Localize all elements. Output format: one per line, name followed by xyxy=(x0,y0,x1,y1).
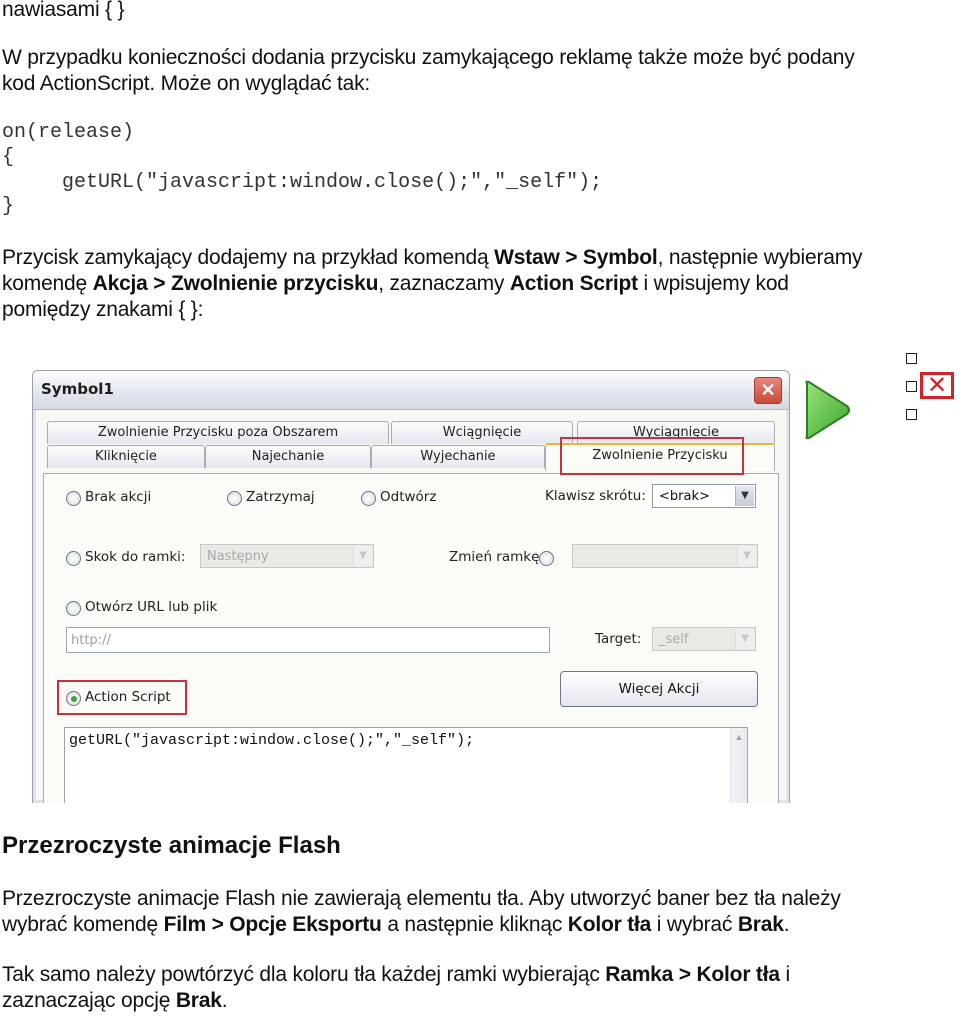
bold-text: Brak xyxy=(175,989,222,1012)
more-actions-button[interactable]: Więcej Akcji xyxy=(560,671,758,707)
script-text: getURL("javascript:window.close();","_se… xyxy=(69,732,475,749)
shortcut-value: <brak> xyxy=(659,489,710,504)
bold-text: Kolor tła xyxy=(567,913,652,936)
scroll-up-icon[interactable]: ▲ xyxy=(731,728,747,746)
code-line: on(release) xyxy=(2,121,135,144)
label-skok-do-ramki: Skok do ramki: xyxy=(85,549,186,565)
radio-skok-do-ramki[interactable] xyxy=(66,551,81,566)
paragraph-line: kod ActionScript. Może on wyglądać tak: xyxy=(2,72,371,95)
text: i xyxy=(779,963,790,986)
text: Tak samo należy powtórzyć dla koloru tła… xyxy=(2,963,606,986)
dialog-title: Symbol1 xyxy=(41,380,114,398)
square-handle-icon xyxy=(906,409,917,420)
bold-text: Akcja > Zwolnienie przycisku xyxy=(92,272,379,295)
text: wybrać komendę xyxy=(2,913,164,936)
tab-zwolnienie-poza-obszarem[interactable]: Zwolnienie Przycisku poza Obszarem xyxy=(47,421,389,444)
frame-change-select[interactable]: ▼ xyxy=(572,544,758,568)
text: a następnie kliknąc xyxy=(381,913,568,936)
url-input[interactable]: http:// xyxy=(66,627,550,653)
text: Przycisk zamykający dodajemy na przykład… xyxy=(2,246,495,269)
target-value: _self xyxy=(659,632,689,647)
text: . xyxy=(783,913,790,936)
dialog-titlebar: Symbol1 ✕ xyxy=(33,371,789,410)
bold-text: Brak xyxy=(737,913,784,936)
shortcut-select[interactable]: <brak> ▼ xyxy=(652,484,756,508)
play-icon xyxy=(805,380,850,440)
tab-wciagniecie[interactable]: Wciągnięcie xyxy=(391,421,573,444)
radio-zmien-ramke[interactable] xyxy=(539,551,554,566)
text: , zaznaczamy xyxy=(378,272,510,295)
bold-text: Ramka > Kolor tła xyxy=(605,963,780,986)
tab-klikniecie[interactable]: Kliknięcie xyxy=(47,445,205,468)
chevron-down-icon[interactable]: ▼ xyxy=(735,486,754,506)
paragraph-line: komendę Akcja > Zwolnienie przycisku, za… xyxy=(2,271,789,297)
target-label: Target: xyxy=(595,631,642,647)
radio-brak-akcji[interactable] xyxy=(66,491,81,506)
radio-zatrzymaj[interactable] xyxy=(227,491,242,506)
paragraph-line: wybrać komendę Film > Opcje Eksportu a n… xyxy=(2,912,790,938)
section-heading: Przezroczyste animacje Flash xyxy=(2,832,341,859)
label-odtworz: Odtwórz xyxy=(380,489,437,505)
square-handle-icon xyxy=(906,381,917,392)
tab-panel: Brak akcji Zatrzymaj Odtwórz Klawisz skr… xyxy=(43,473,779,803)
bold-text: Wstaw > Symbol xyxy=(494,246,658,269)
text: , następnie wybieramy xyxy=(657,246,863,269)
highlight-action-script xyxy=(57,680,187,715)
text: i wybrać xyxy=(651,913,738,936)
code-line: } xyxy=(2,195,15,218)
chevron-down-icon[interactable]: ▼ xyxy=(737,546,756,566)
tab-najechanie[interactable]: Najechanie xyxy=(205,445,371,468)
code-line: getURL("javascript:window.close();","_se… xyxy=(2,171,603,194)
paragraph-line: Przezroczyste animacje Flash nie zawiera… xyxy=(2,887,841,910)
label-brak-akcji: Brak akcji xyxy=(85,489,152,505)
paragraph-line: Przycisk zamykający dodajemy na przykład… xyxy=(2,245,863,271)
frame-select-value: Następny xyxy=(207,549,269,564)
paragraph-line: W przypadku konieczności dodania przycis… xyxy=(2,46,855,69)
label-zmien-ramke: Zmień ramkę: xyxy=(449,549,544,565)
text: . xyxy=(221,989,228,1012)
paragraph-line: zaznaczając opcję Brak. xyxy=(2,988,228,1014)
text: komendę xyxy=(2,272,93,295)
highlight-active-tab xyxy=(560,437,744,475)
target-select[interactable]: _self ▼ xyxy=(652,627,756,651)
bold-text: Film > Opcje Eksportu xyxy=(163,913,382,936)
chevron-down-icon[interactable]: ▼ xyxy=(735,629,754,649)
close-x-icon: ✕ xyxy=(920,372,954,399)
text: zaznaczając opcję xyxy=(2,989,176,1012)
shortcut-label: Klawisz skrótu: xyxy=(545,488,646,504)
bold-text: Action Script xyxy=(509,272,638,295)
tab-wyjechanie[interactable]: Wyjechanie xyxy=(371,445,545,468)
label-zatrzymaj: Zatrzymaj xyxy=(246,489,315,505)
text-line: nawiasami { } xyxy=(2,0,125,21)
paragraph-line: Tak samo należy powtórzyć dla koloru tła… xyxy=(2,962,790,988)
radio-odtworz[interactable] xyxy=(361,491,376,506)
frame-select[interactable]: Następny ▼ xyxy=(200,544,374,568)
paragraph-line: pomiędzy znakami { }: xyxy=(2,298,204,321)
close-icon[interactable]: ✕ xyxy=(754,377,782,404)
radio-otworz-url[interactable] xyxy=(66,601,81,616)
symbol-dialog: Symbol1 ✕ Zwolnienie Przycisku poza Obsz… xyxy=(32,370,790,803)
label-otworz-url: Otwórz URL lub plik xyxy=(85,599,218,615)
chevron-down-icon[interactable]: ▼ xyxy=(353,546,372,566)
script-editor[interactable]: getURL("javascript:window.close();","_se… xyxy=(64,727,748,803)
vertical-scrollbar[interactable]: ▲ xyxy=(730,728,747,803)
code-line: { xyxy=(2,146,15,169)
square-handle-icon xyxy=(906,353,917,364)
text: i wpisujemy kod xyxy=(637,272,789,295)
